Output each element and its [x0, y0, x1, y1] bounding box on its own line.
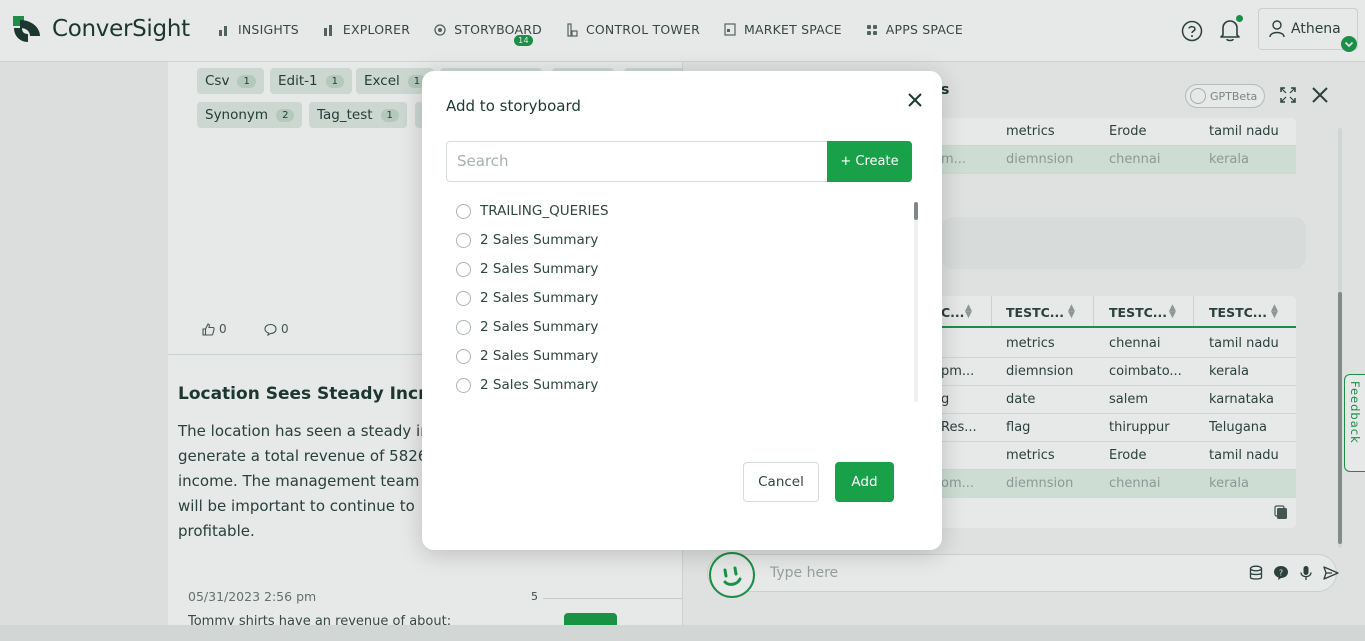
storyboard-option-label: 2 Sales Summary [480, 232, 599, 248]
close-icon[interactable] [906, 91, 924, 109]
create-storyboard-button[interactable]: + Create [827, 141, 912, 182]
storyboard-option[interactable]: TRAILING_QUERIES [456, 200, 609, 222]
add-to-storyboard-dialog: Add to storyboard + Create TRAILING_QUER… [422, 71, 942, 550]
storyboard-option[interactable]: 2 Sales Summary [456, 316, 598, 338]
list-scrollbar-thumb[interactable] [914, 202, 918, 220]
radio-button[interactable] [456, 319, 471, 335]
dialog-title: Add to storyboard [446, 97, 581, 115]
cancel-button[interactable]: Cancel [743, 462, 819, 502]
storyboard-option-label: TRAILING_QUERIES [480, 203, 609, 219]
radio-button[interactable] [456, 290, 471, 306]
radio-button[interactable] [456, 348, 471, 364]
storyboard-option-label: 2 Sales Summary [480, 261, 599, 277]
add-button[interactable]: Add [835, 462, 894, 502]
storyboard-option[interactable]: 2 Sales Summary [456, 345, 598, 367]
storyboard-option-label: 2 Sales Summary [480, 377, 599, 393]
list-scrollbar-track[interactable] [914, 202, 918, 402]
radio-button[interactable] [456, 261, 471, 277]
storyboard-option-label: 2 Sales Summary [480, 319, 599, 335]
storyboard-option-label: 2 Sales Summary [480, 290, 599, 306]
storyboard-option[interactable]: 2 Sales Summary [456, 287, 598, 309]
search-input[interactable] [457, 152, 817, 170]
storyboard-option[interactable]: 2 Sales Summary [456, 229, 598, 251]
storyboard-option-label: 2 Sales Summary [480, 348, 599, 364]
radio-button[interactable] [456, 203, 471, 219]
storyboard-option[interactable]: 2 Sales Summary [456, 258, 598, 280]
storyboard-list: TRAILING_QUERIES 2 Sales Summary 2 Sales… [446, 199, 916, 404]
radio-button[interactable] [456, 377, 471, 393]
storyboard-option[interactable]: 2 Sales Summary [456, 374, 598, 396]
radio-button[interactable] [456, 232, 471, 248]
